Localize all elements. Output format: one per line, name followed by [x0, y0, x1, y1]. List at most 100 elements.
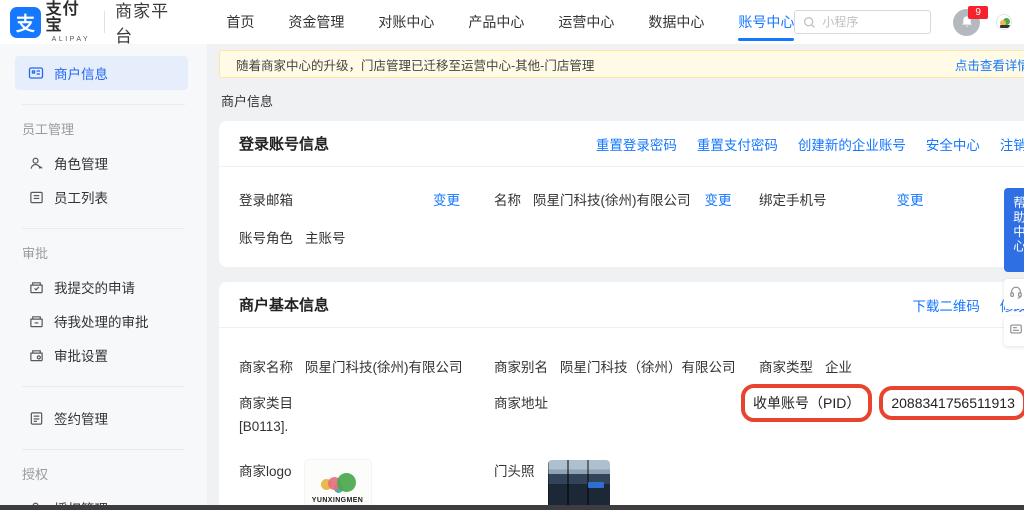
merchant-basic-info-card: 商户基本信息 下载二维码 修改 商家名称 陨星门科技(徐州)有限公司 商家别名 — [219, 282, 1024, 510]
merchant-type-field: 商家类型 企业 — [759, 356, 1024, 376]
main-content: 随着商家中心的升级，门店管理已迁移至运营中心-其他-门店管理 点击查看详情 商户… — [207, 44, 1024, 510]
merchant-category-field: 商家类目 [B0113]. — [239, 392, 494, 434]
sidebar-section-approval: 审批 — [22, 246, 49, 261]
sidebar-item-my-applications[interactable]: 我提交的申请 — [0, 270, 207, 304]
notification-badge: 9 — [968, 5, 989, 19]
pid-field: 收单账号（PID） 2088341756511913 — [741, 384, 1024, 422]
merchant-alias-field: 商家别名 陨星门科技（徐州）有限公司 — [494, 356, 759, 376]
merchant-logo-field: 商家logo YUNXINGMEN Meteorite Gate Xuzhou … — [239, 460, 494, 510]
account-role-label: 账号角色 — [239, 231, 293, 246]
download-qrcode-link[interactable]: 下载二维码 — [912, 295, 980, 315]
product-title: 商家平台 — [115, 2, 170, 46]
sidebar-divider — [22, 386, 185, 387]
nav-reconciliation[interactable]: 对账中心 — [378, 0, 434, 44]
header-search[interactable] — [794, 10, 932, 34]
merchant-type-value: 企业 — [825, 360, 852, 375]
login-email-label: 登录邮箱 — [239, 193, 293, 208]
storefront-photo-image — [547, 460, 610, 510]
search-icon — [803, 16, 816, 29]
sidebar-item-label: 审批设置 — [54, 349, 108, 364]
notification-area: 9 — [953, 5, 989, 36]
brand-en: ALIPAY — [51, 35, 91, 43]
account-name-label: 名称 — [494, 193, 521, 208]
merchant-category-value: [B0113]. — [239, 419, 289, 434]
sidebar-item-label: 员工列表 — [54, 191, 108, 206]
sidebar-item-approval-settings[interactable]: 审批设置 — [0, 338, 207, 372]
notice-detail-link[interactable]: 点击查看详情 — [955, 55, 1024, 74]
merchant-address-field: 商家地址 — [494, 392, 759, 412]
inbox-icon — [28, 313, 44, 329]
help-float-widget: 帮助中心 — [1004, 188, 1024, 346]
security-center-link[interactable]: 安全中心 — [926, 134, 980, 154]
sidebar-divider — [22, 228, 185, 229]
change-name-link[interactable]: 变更 — [705, 189, 732, 209]
login-account-card: 登录账号信息 重置登录密码 重置支付密码 创建新的企业账号 安全中心 注销 登录… — [219, 121, 1024, 267]
sidebar-item-merchant-info[interactable]: 商户信息 — [15, 56, 188, 90]
customer-service-button[interactable] — [1004, 279, 1024, 309]
top-nav: 首页 资金管理 对账中心 产品中心 运营中心 数据中心 账号中心 — [226, 0, 795, 44]
account-name-field: 名称 陨星门科技(徐州)有限公司 变更 — [494, 189, 759, 209]
nav-funds[interactable]: 资金管理 — [288, 0, 344, 44]
notice-bar: 随着商家中心的升级，门店管理已迁移至运营中心-其他-门店管理 点击查看详情 — [219, 50, 1024, 78]
storefront-photo-label: 门头照 — [494, 464, 535, 479]
document-icon — [28, 410, 44, 426]
merchant-card-title: 商户基本信息 — [239, 297, 330, 314]
inbox-gear-icon — [28, 347, 44, 363]
merchant-type-label: 商家类型 — [759, 360, 813, 375]
merchant-address-label: 商家地址 — [494, 396, 548, 411]
login-card-title: 登录账号信息 — [239, 136, 330, 153]
change-email-link[interactable]: 变更 — [433, 189, 460, 209]
sidebar-item-pending-approvals[interactable]: 待我处理的审批 — [0, 304, 207, 338]
sidebar: 商户信息 员工管理 角色管理 员工列表 审批 我提交的申请 待我处理的审批 审批… — [0, 44, 207, 510]
alipay-logo-icon[interactable]: 支 — [10, 6, 41, 38]
nav-operations[interactable]: 运营中心 — [558, 0, 614, 44]
merchant-name-label: 商家名称 — [239, 360, 293, 375]
nav-products[interactable]: 产品中心 — [468, 0, 524, 44]
feedback-button[interactable] — [1004, 316, 1024, 346]
reset-login-password-link[interactable]: 重置登录密码 — [596, 134, 677, 154]
search-input[interactable] — [822, 15, 923, 29]
merchant-category-label: 商家类目 — [239, 396, 293, 411]
merchant-logo-label: 商家logo — [239, 464, 292, 479]
sidebar-section-staff: 员工管理 — [22, 122, 75, 137]
help-center-tab[interactable]: 帮助中心 — [1004, 188, 1024, 272]
logo-text: YUNXINGMEN — [311, 496, 364, 504]
bound-phone-label: 绑定手机号 — [759, 193, 827, 208]
change-phone-link[interactable]: 变更 — [897, 189, 924, 209]
sidebar-item-label: 我提交的申请 — [54, 281, 135, 296]
pid-label-annotation: 收单账号（PID） — [741, 384, 873, 422]
sidebar-section-auth: 授权 — [22, 467, 49, 482]
nav-account-center[interactable]: 账号中心 — [738, 0, 795, 44]
sidebar-item-label: 角色管理 — [54, 157, 108, 172]
login-email-field: 登录邮箱 变更 — [239, 189, 494, 209]
avatar[interactable] — [996, 14, 1012, 30]
merchant-alias-label: 商家别名 — [494, 360, 548, 375]
create-enterprise-account-link[interactable]: 创建新的企业账号 — [798, 134, 906, 154]
reset-pay-password-link[interactable]: 重置支付密码 — [697, 134, 778, 154]
sidebar-item-role-management[interactable]: 角色管理 — [0, 146, 207, 180]
nav-home[interactable]: 首页 — [226, 0, 254, 44]
merchant-alias-value: 陨星门科技（徐州）有限公司 — [560, 360, 736, 375]
sidebar-item-contract-management[interactable]: 签约管理 — [0, 401, 207, 435]
bound-phone-field: 绑定手机号 变更 — [759, 189, 1024, 209]
sidebar-item-label: 待我处理的审批 — [54, 315, 149, 330]
account-role-field: 账号角色 主账号 — [239, 227, 1024, 247]
brand-cn: 支付宝 — [45, 0, 80, 34]
sidebar-item-staff-list[interactable]: 员工列表 — [0, 180, 207, 214]
breadcrumb: 商户信息 — [221, 94, 274, 109]
header-divider — [104, 11, 106, 33]
list-icon — [28, 189, 44, 205]
top-header: 支 支付宝 ALIPAY 商家平台 首页 资金管理 对账中心 产品中心 运营中心… — [0, 0, 1024, 46]
storefront-photo-field: 门头照 — [494, 460, 759, 510]
merchant-name-value: 陨星门科技(徐州)有限公司 — [305, 360, 463, 375]
sidebar-divider — [22, 449, 185, 450]
feedback-icon — [1009, 322, 1023, 341]
notice-text: 随着商家中心的升级，门店管理已迁移至运营中心-其他-门店管理 — [236, 58, 595, 73]
person-icon — [28, 155, 44, 171]
id-card-icon — [28, 65, 44, 81]
sidebar-item-label: 签约管理 — [54, 412, 108, 427]
nav-data[interactable]: 数据中心 — [648, 0, 704, 44]
logo-circles-graphic — [317, 472, 359, 494]
logout-link[interactable]: 注销 — [1000, 134, 1024, 154]
headset-icon — [1009, 285, 1023, 304]
